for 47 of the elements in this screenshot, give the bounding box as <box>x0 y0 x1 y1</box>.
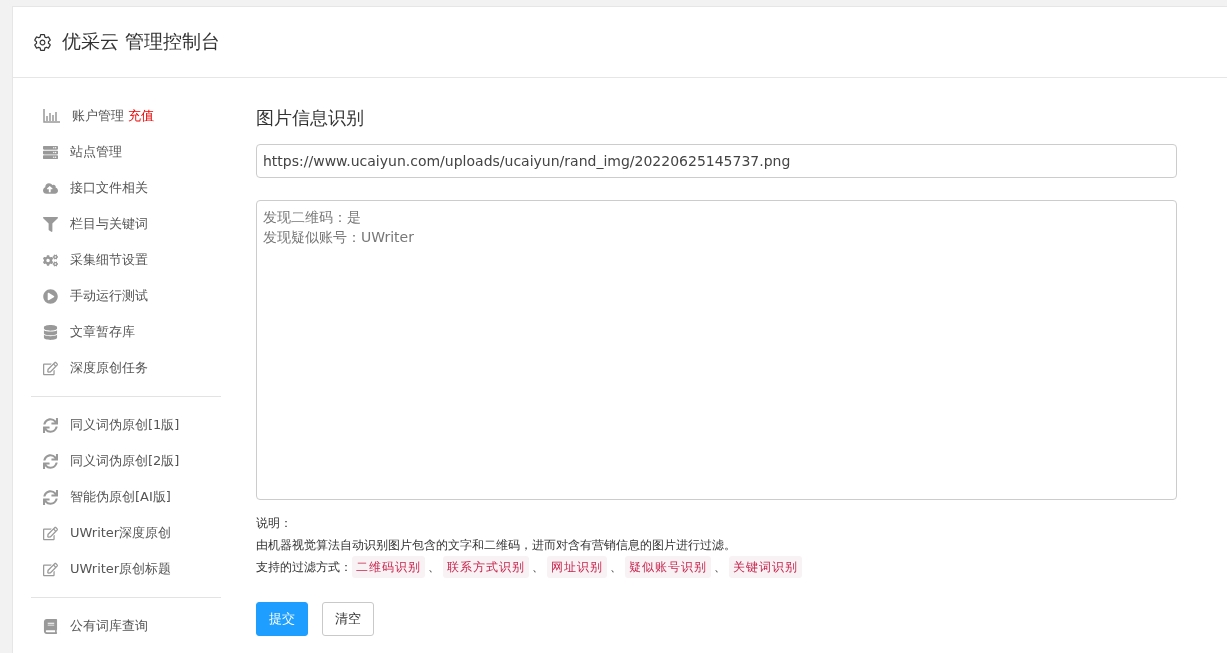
clear-button[interactable]: 清空 <box>322 602 374 636</box>
separator: 、 <box>532 559 544 576</box>
separator: 、 <box>610 559 622 576</box>
settings-icon <box>33 32 52 52</box>
sidebar-item[interactable]: 智能伪原创[AI版] <box>31 479 221 515</box>
separator: 、 <box>714 559 726 576</box>
server-icon <box>43 144 58 160</box>
book-icon <box>43 618 58 634</box>
edit-icon <box>43 525 58 541</box>
separator: 、 <box>428 559 440 576</box>
filter-method-tag: 联系方式识别 <box>443 556 529 578</box>
sidebar-item[interactable]: UWriter深度原创 <box>31 515 221 551</box>
sidebar-item[interactable]: 文章暂存库 <box>31 314 221 350</box>
sidebar-item[interactable]: 栏目与关键词 <box>31 206 221 242</box>
edit-icon <box>43 561 58 577</box>
sidebar-item[interactable]: 账户管理 充值 <box>31 98 221 134</box>
play-icon <box>43 288 58 304</box>
database-icon <box>43 324 58 340</box>
filter-icon <box>43 216 58 232</box>
refresh-icon <box>43 453 58 469</box>
gears-icon <box>43 252 58 268</box>
edit-icon <box>43 360 58 376</box>
sidebar-item[interactable]: 采集细节设置 <box>31 242 221 278</box>
sidebar-item[interactable]: 接口文件相关 <box>31 170 221 206</box>
sidebar-item[interactable]: 站点管理 <box>31 134 221 170</box>
sidebar-item[interactable]: 手动运行测试 <box>31 278 221 314</box>
methods-label: 支持的过滤方式： <box>256 559 352 576</box>
sidebar-item[interactable]: UWriter原创标题 <box>31 551 221 587</box>
notes-heading: 说明： <box>256 515 293 532</box>
filter-method-tag: 关键词识别 <box>729 556 802 578</box>
refresh-icon <box>43 417 58 433</box>
cloud-upload-icon <box>43 180 58 196</box>
url-field[interactable]: https://www.ucaiyun.com/uploads/ucaiyun/rand_img/20220625145737.png <box>256 144 1177 178</box>
refresh-icon <box>43 489 58 505</box>
section-title: 图片信息识别 <box>256 106 365 130</box>
result-textarea[interactable]: 发现二维码：是 发现疑似账号：UWriter <box>256 200 1177 500</box>
notes-description: 由机器视觉算法自动识别图片包含的文字和二维码，进而对含有营销信息的图片进行过滤。 <box>256 537 737 554</box>
sidebar-item[interactable]: 同义词伪原创[2版] <box>31 443 221 479</box>
filter-method-tag: 疑似账号识别 <box>625 556 711 578</box>
filter-method-tag: 二维码识别 <box>352 556 425 578</box>
sidebar-item[interactable]: 深度原创任务 <box>31 350 221 386</box>
sidebar-item[interactable]: 公有词库查询 <box>31 608 221 644</box>
sidebar-item[interactable]: 同义词伪原创[1版] <box>31 407 221 443</box>
console-title: 优采云 管理控制台 <box>62 29 221 54</box>
bar-chart-icon <box>43 109 60 123</box>
filter-method-tag: 网址识别 <box>547 556 607 578</box>
recharge-link[interactable]: 充值 <box>128 107 154 125</box>
